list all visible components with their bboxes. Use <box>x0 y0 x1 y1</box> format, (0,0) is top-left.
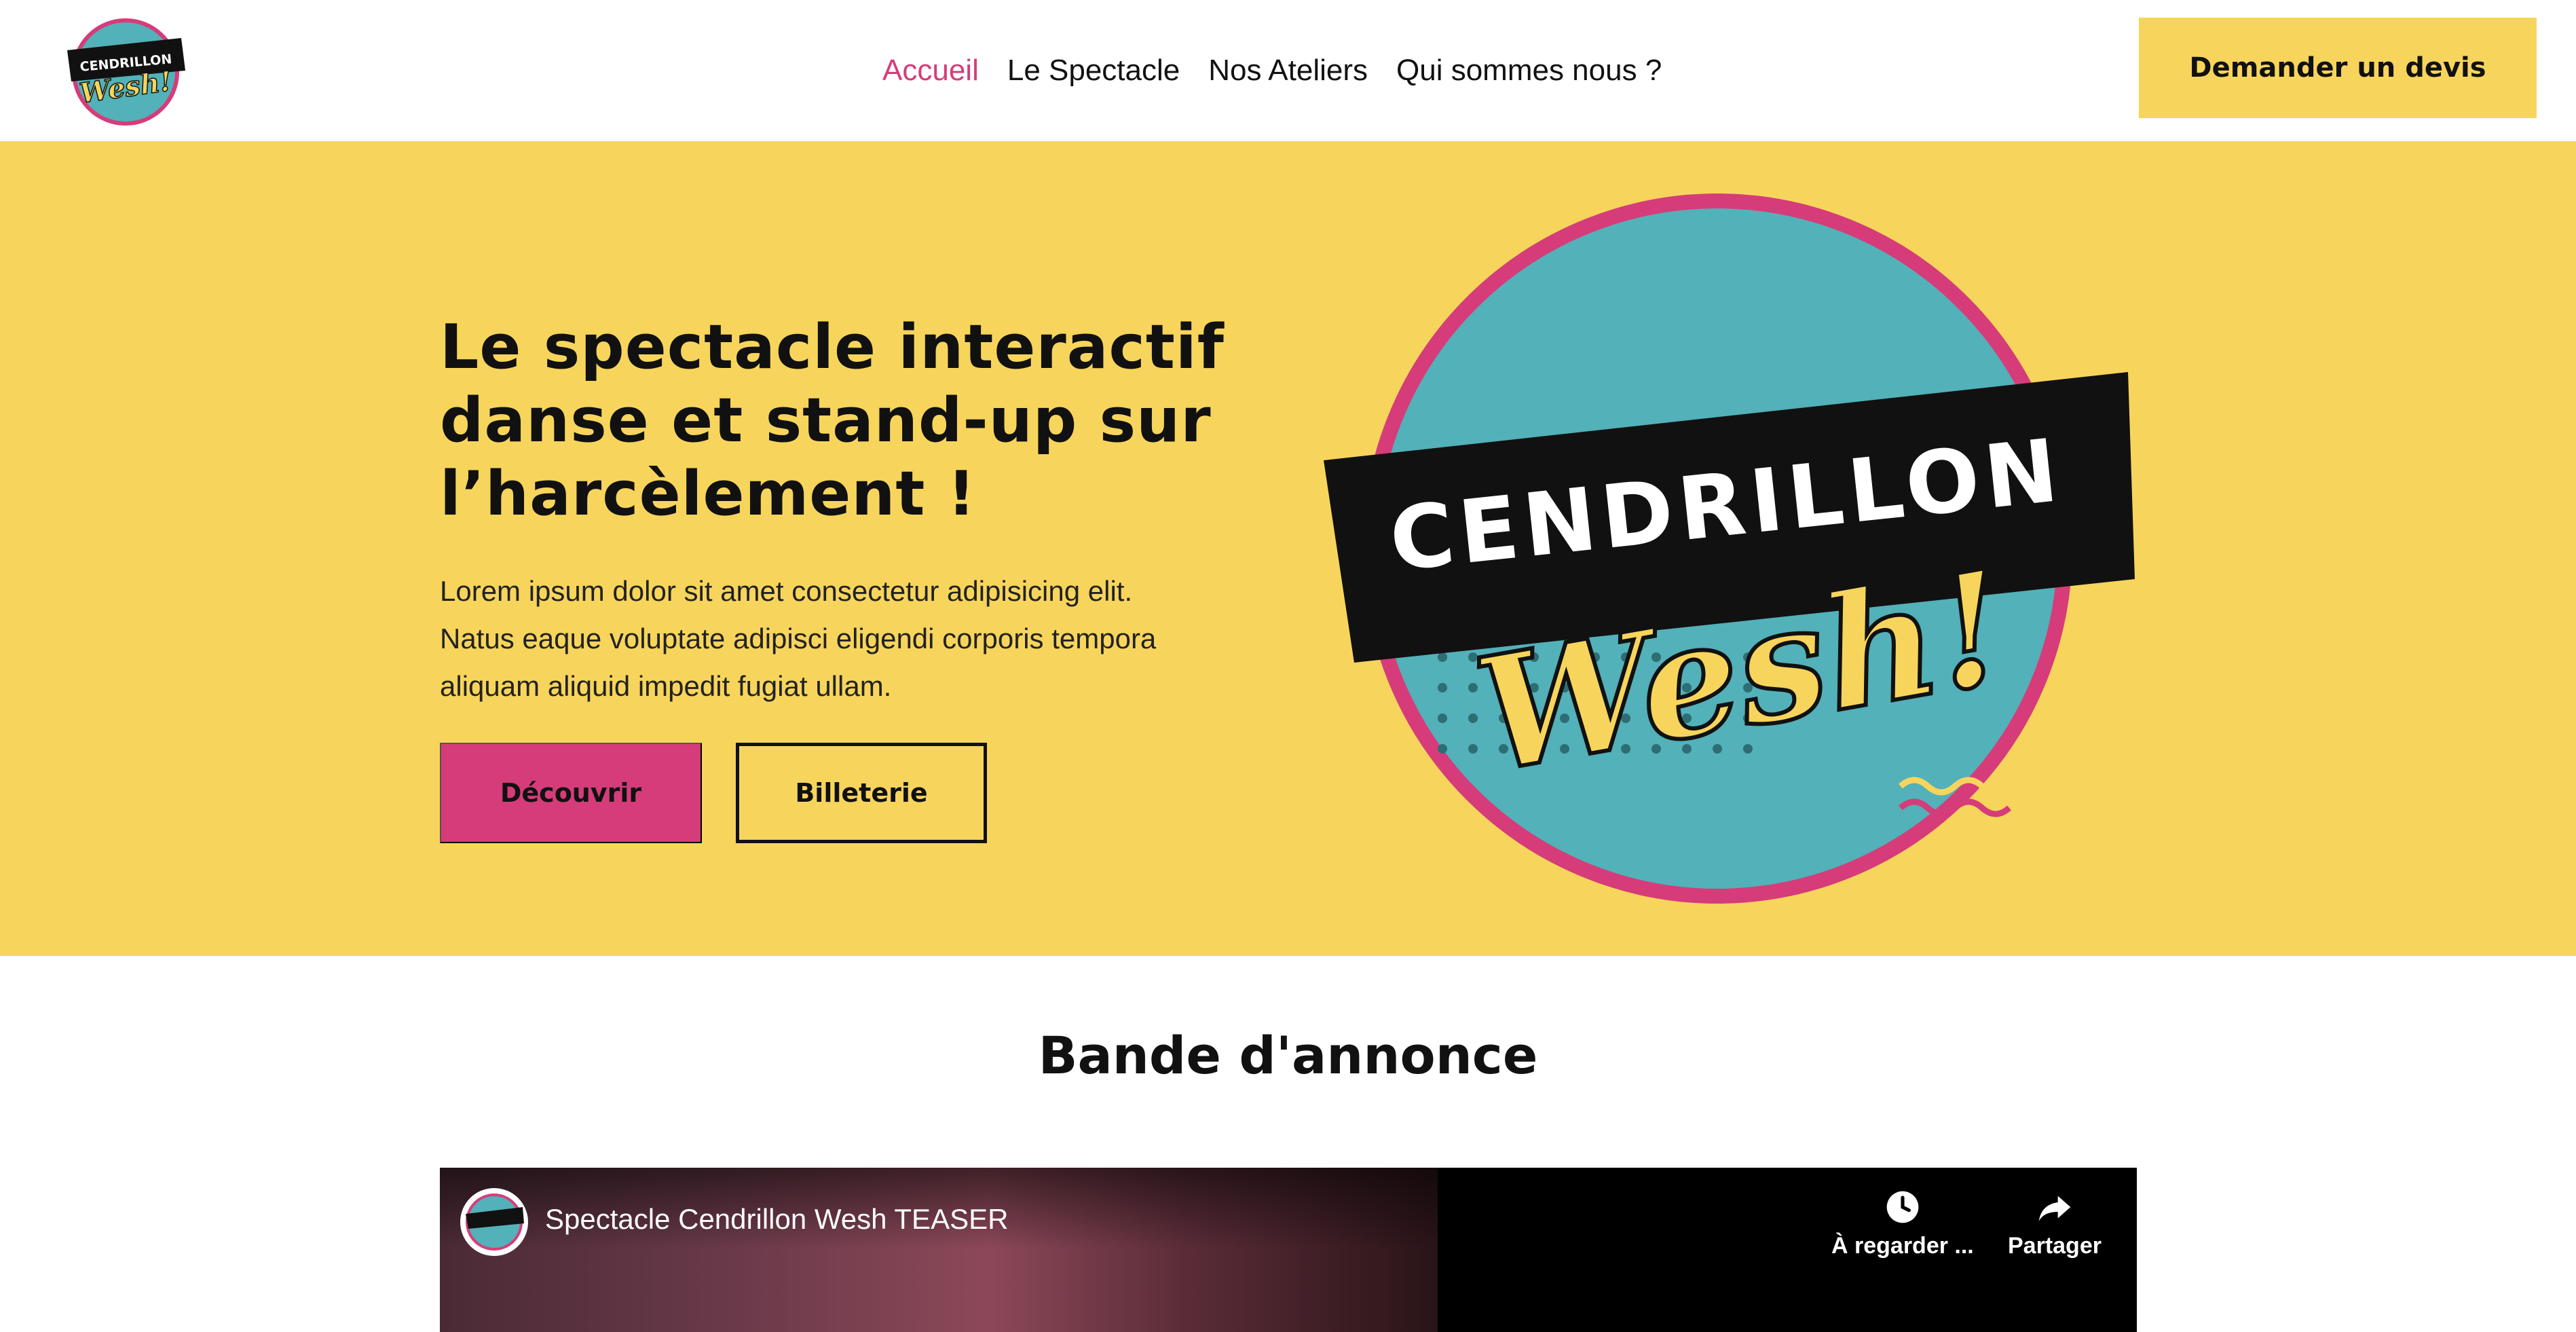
hero-section: Le spectacle interactif danse et stand-u… <box>0 141 2576 956</box>
channel-avatar[interactable] <box>460 1188 528 1256</box>
hero-title: Le spectacle interactif danse et stand-u… <box>440 311 1288 531</box>
site-header: CENDRILLON Wesh! Accueil Le Spectacle No… <box>0 0 2576 141</box>
video-title[interactable]: Spectacle Cendrillon Wesh TEASER <box>545 1203 1008 1236</box>
hero-title-line: danse et stand-up sur <box>440 385 1212 456</box>
watch-later-label: À regarder ... <box>1831 1233 1974 1259</box>
main-nav: Accueil Le Spectacle Nos Ateliers Qui so… <box>882 0 1662 141</box>
hero-title-line: l’harcèlement ! <box>440 458 976 530</box>
share-button[interactable]: Partager <box>2008 1188 2102 1270</box>
video-player[interactable]: Spectacle Cendrillon Wesh TEASER À regar… <box>440 1168 2137 1332</box>
hero-description-line: Natus eaque voluptate adipisci eligendi … <box>440 623 1157 654</box>
hero-logo-badge: CENDRILLON Wesh! <box>1324 193 2135 904</box>
clock-icon <box>1886 1191 1919 1223</box>
channel-logo-icon <box>466 1194 524 1251</box>
watch-later-button[interactable]: À regarder ... <box>1831 1188 1974 1270</box>
hero-description-line: aliquam aliquid impedit fugiat ullam. <box>440 670 892 702</box>
discover-button[interactable]: Découvrir <box>440 743 702 843</box>
hero-description: Lorem ipsum dolor sit amet consectetur a… <box>440 568 1234 710</box>
nav-item-accueil[interactable]: Accueil <box>882 54 979 88</box>
nav-item-spectacle[interactable]: Le Spectacle <box>1007 54 1180 88</box>
nav-item-qui-sommes-nous[interactable]: Qui sommes nous ? <box>1396 54 1662 88</box>
site-logo[interactable]: CENDRILLON Wesh! <box>64 15 187 126</box>
share-label: Partager <box>2008 1233 2102 1259</box>
share-arrow-icon <box>2038 1196 2071 1221</box>
hero-description-line: Lorem ipsum dolor sit amet consectetur a… <box>440 575 1133 607</box>
ticketing-button[interactable]: Billeterie <box>736 743 987 843</box>
nav-item-ateliers[interactable]: Nos Ateliers <box>1208 54 1368 88</box>
request-quote-button[interactable]: Demander un devis <box>2139 18 2537 118</box>
trailer-section-title: Bande d'annonce <box>1038 1025 1538 1086</box>
hero-title-line: Le spectacle interactif <box>440 312 1225 383</box>
